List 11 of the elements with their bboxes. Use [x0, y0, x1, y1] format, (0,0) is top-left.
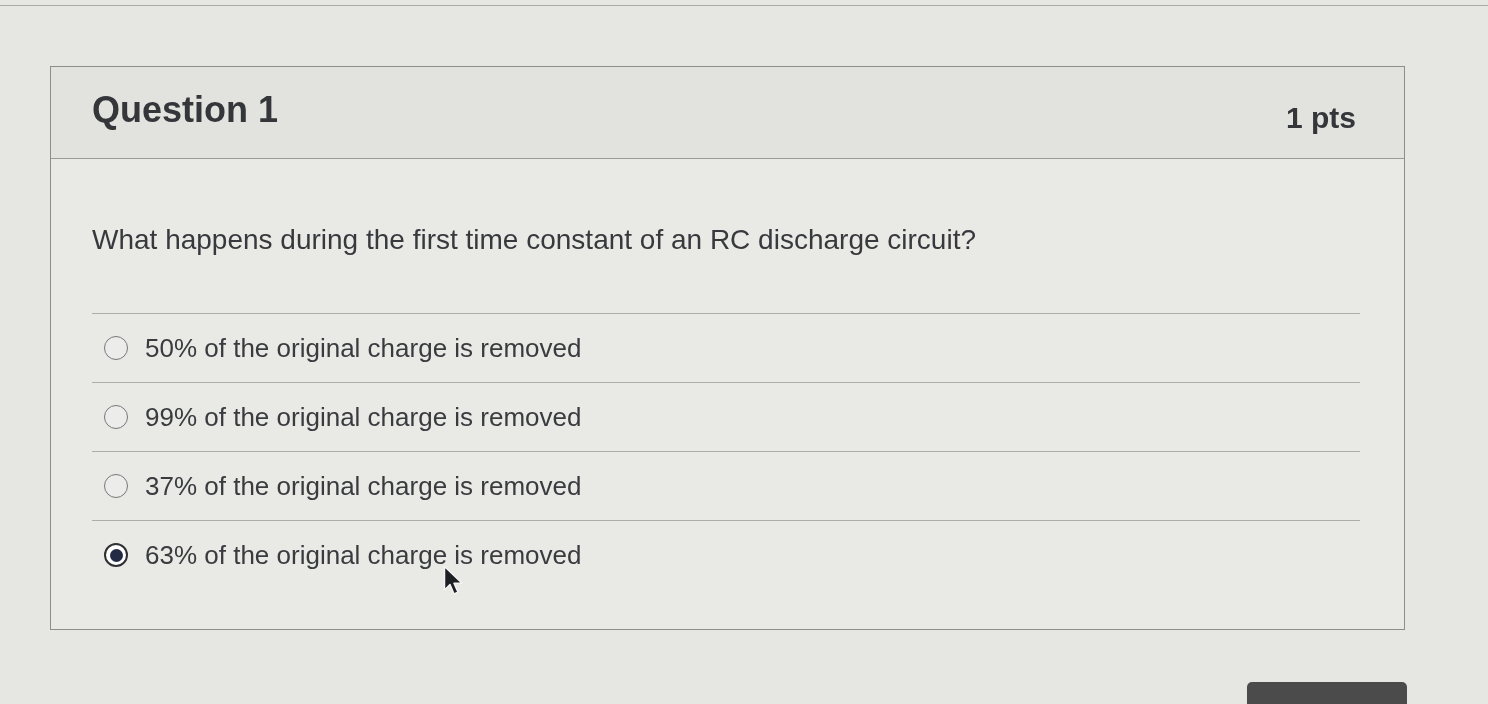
points-label: 1 pts: [1285, 100, 1356, 136]
radio-button[interactable]: [104, 405, 128, 429]
radio-button[interactable]: [104, 474, 128, 498]
question-title: Question 1: [92, 88, 279, 131]
option-text[interactable]: 63% of the original charge is removed: [145, 539, 582, 571]
option-text[interactable]: 37% of the original charge is removed: [145, 470, 582, 502]
option-text[interactable]: 50% of the original charge is removed: [145, 332, 582, 364]
radio-button[interactable]: [104, 336, 128, 360]
option-text[interactable]: 99% of the original charge is removed: [145, 401, 582, 433]
question-prompt: What happens during the first time constant of an RC discharge circuit?: [92, 223, 977, 257]
radio-button[interactable]: [104, 543, 128, 567]
